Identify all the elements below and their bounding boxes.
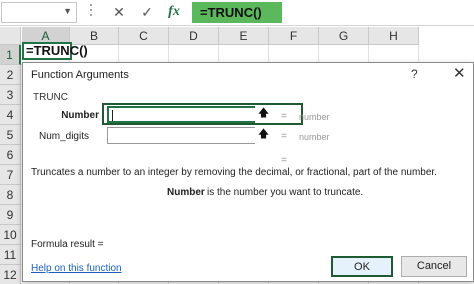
formula-result-label: Formula result =: [31, 239, 104, 250]
row-header-2[interactable]: 2: [0, 65, 21, 85]
range-selector-icon[interactable]: 🡅: [255, 127, 272, 144]
num-digits-arg-label: Num_digits: [38, 131, 89, 142]
function-group-label: TRUNC: [33, 92, 68, 103]
row-header-11[interactable]: 11: [0, 245, 21, 265]
column-header-g[interactable]: G: [319, 27, 369, 45]
column-header-f[interactable]: F: [269, 27, 319, 45]
formula-bar: ▼ ✕ ✓ fx =TRUNC(): [0, 0, 474, 26]
active-cell-a1[interactable]: =TRUNC(): [22, 42, 88, 60]
ok-button[interactable]: OK: [331, 256, 393, 277]
number-arg-equals: =: [281, 111, 287, 122]
row-header-1[interactable]: 1: [0, 45, 21, 65]
arg-description-text: is the number you want to truncate.: [207, 187, 364, 198]
help-on-function-link[interactable]: Help on this function: [31, 263, 122, 274]
text-caret: [112, 110, 113, 121]
row-header-10[interactable]: 10: [0, 225, 21, 245]
range-selector-icon[interactable]: 🡅: [255, 106, 272, 123]
row-header-9[interactable]: 9: [0, 205, 21, 225]
row-header-3[interactable]: 3: [0, 85, 21, 105]
function-result-equals: =: [281, 155, 287, 166]
number-arg-result: number: [299, 112, 330, 122]
function-description: Truncates a number to an integer by remo…: [31, 167, 437, 178]
number-arg-label: Number: [61, 110, 99, 121]
num-digits-arg-input[interactable]: [107, 127, 272, 144]
formula-bar-grip[interactable]: [90, 4, 92, 21]
column-header-d[interactable]: D: [169, 27, 219, 45]
row-header-12[interactable]: 12: [0, 265, 21, 284]
column-header-e[interactable]: E: [219, 27, 269, 45]
name-box[interactable]: ▼: [1, 2, 77, 23]
chevron-down-icon[interactable]: ▼: [63, 6, 72, 16]
row-header-6[interactable]: 6: [0, 145, 21, 165]
cancel-button[interactable]: Cancel: [401, 256, 467, 277]
formula-input[interactable]: =TRUNC(): [192, 2, 282, 23]
dialog-title: Function Arguments: [31, 69, 129, 81]
row-header-5[interactable]: 5: [0, 125, 21, 145]
function-arguments-dialog: Function Arguments ? ✕ TRUNC Number 🡅 = …: [22, 62, 474, 282]
close-icon[interactable]: ✕: [453, 64, 466, 82]
number-arg-input[interactable]: [107, 106, 272, 123]
column-header-h[interactable]: H: [369, 27, 419, 45]
row-header-7[interactable]: 7: [0, 165, 21, 185]
cancel-formula-icon[interactable]: ✕: [110, 3, 128, 21]
row-header-4[interactable]: 4: [0, 105, 21, 125]
arg-description-name: Number: [167, 187, 205, 198]
row-header-8[interactable]: 8: [0, 185, 21, 205]
enter-formula-icon[interactable]: ✓: [138, 3, 156, 21]
select-all-corner[interactable]: [0, 27, 21, 45]
insert-function-icon[interactable]: fx: [165, 3, 183, 21]
help-icon[interactable]: ?: [411, 67, 418, 81]
column-header-c[interactable]: C: [119, 27, 169, 45]
num-digits-arg-equals: =: [281, 131, 287, 142]
num-digits-arg-result: number: [299, 132, 330, 142]
